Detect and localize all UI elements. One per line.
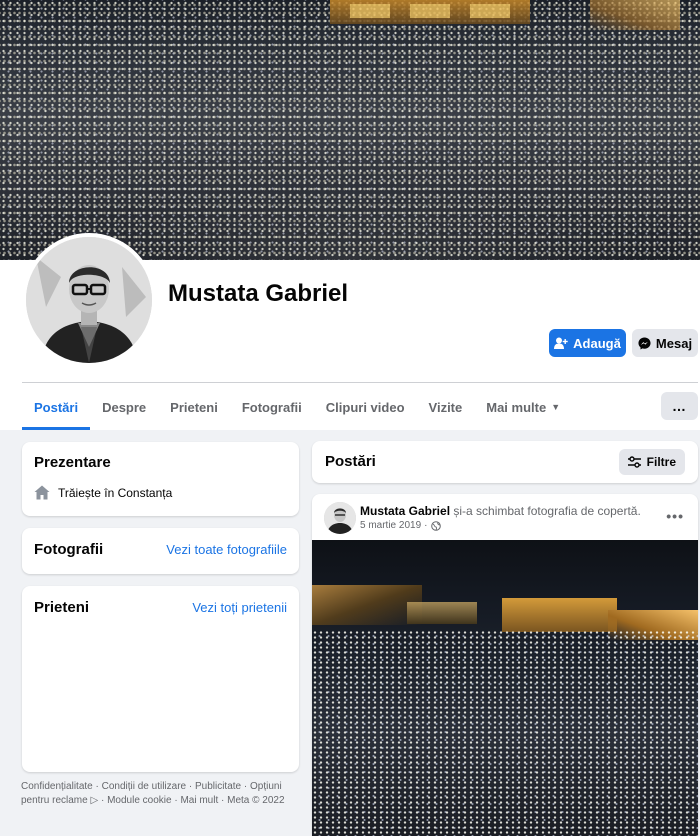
post-meta: 5 martie 2019 ·	[360, 520, 441, 531]
profile-photo-portrait	[26, 237, 152, 363]
tab-about[interactable]: Despre	[90, 384, 158, 430]
tab-label: Fotografii	[241, 399, 302, 415]
profile-avatar[interactable]	[22, 233, 156, 367]
globe-icon	[430, 520, 441, 531]
filters-label: Filtre	[646, 455, 676, 469]
post-author-portrait	[324, 502, 356, 534]
cover-photo[interactable]	[0, 0, 700, 260]
message-label: Mesaj	[655, 335, 693, 351]
tab-check-ins[interactable]: Vizite	[417, 384, 475, 430]
add-friend-button[interactable]: Adaugă	[549, 329, 626, 357]
messenger-icon	[638, 336, 651, 350]
filter-sliders-icon	[627, 456, 641, 468]
add-friend-label: Adaugă	[573, 335, 621, 351]
tab-label: Clipuri video	[325, 399, 405, 415]
post-image-crowd-lights	[312, 630, 698, 836]
header-divider	[22, 382, 698, 383]
post-header-text: Mustata Gabriel și-a schimbat fotografia…	[360, 504, 641, 518]
home-icon	[34, 485, 50, 500]
caret-down-icon: ▼	[551, 402, 561, 412]
tab-videos[interactable]: Clipuri video	[314, 384, 417, 430]
tab-posts[interactable]: Postări	[22, 384, 91, 430]
post-action-text: și-a schimbat fotografia de copertă.	[453, 504, 641, 518]
add-friend-icon	[554, 337, 568, 349]
more-options-button[interactable]: …	[661, 392, 698, 420]
tab-label: Mai multe	[486, 399, 547, 415]
footer-line-1[interactable]: Confidențialitate · Condiții de utilizar…	[21, 780, 296, 794]
post-options-icon[interactable]: •••	[666, 508, 684, 524]
friends-title: Prieteni	[34, 599, 90, 616]
cover-road-lights	[590, 0, 680, 30]
post-date[interactable]: 5 martie 2019	[360, 520, 421, 531]
post-image-building	[502, 598, 617, 632]
profile-tabs: Postări Despre Prieteni Fotografii Clipu…	[22, 384, 572, 430]
see-all-photos-link[interactable]: Vezi toate fotografiile	[166, 542, 287, 557]
post-image-road-left	[312, 585, 422, 625]
friends-card: Prieteni Vezi toți prietenii	[22, 586, 299, 772]
ad-choices-icon: ▷	[90, 795, 99, 806]
cover-crowd-lights	[0, 0, 700, 260]
more-dots-icon: …	[672, 398, 687, 414]
post-image-building-left	[407, 602, 477, 624]
ad-choices-link[interactable]: pentru reclame	[21, 795, 88, 806]
tab-more[interactable]: Mai multe ▼	[474, 384, 572, 430]
profile-name: Mustata Gabriel	[168, 280, 349, 307]
intro-lives-in-row: Trăiește în Constanța	[34, 485, 172, 500]
footer-links[interactable]: · Module cookie · Mai mult · Meta © 2022	[101, 795, 285, 806]
meta-separator: ·	[424, 520, 428, 531]
tab-label: Vizite	[428, 399, 463, 415]
filters-button[interactable]: Filtre	[618, 449, 685, 475]
tab-photos[interactable]: Fotografii	[230, 384, 314, 430]
photos-card: Fotografii Vezi toate fotografiile	[22, 528, 299, 574]
post-author-name[interactable]: Mustata Gabriel	[360, 504, 450, 518]
post-cover-image[interactable]	[312, 540, 698, 836]
tab-friends[interactable]: Prieteni	[158, 384, 230, 430]
footer-line-2: pentru reclame ▷ · Module cookie · Mai m…	[21, 794, 296, 808]
posts-header-card: Postări Filtre	[312, 441, 698, 483]
see-all-friends-link[interactable]: Vezi toți prietenii	[192, 600, 287, 615]
tab-label: Postări	[34, 399, 79, 415]
photos-title: Fotografii	[34, 541, 104, 558]
page-footer: Confidențialitate · Condiții de utilizar…	[21, 780, 296, 808]
cover-building	[330, 0, 530, 24]
tab-label: Despre	[102, 399, 147, 415]
tab-label: Prieteni	[170, 399, 218, 415]
posts-title: Postări	[325, 453, 376, 470]
message-button[interactable]: Mesaj	[632, 329, 698, 357]
intro-card: Prezentare Trăiește în Constanța	[22, 442, 299, 516]
post-author-avatar[interactable]	[324, 502, 356, 534]
intro-title: Prezentare	[34, 454, 111, 471]
lives-in-text: Trăiește în Constanța	[58, 485, 173, 500]
